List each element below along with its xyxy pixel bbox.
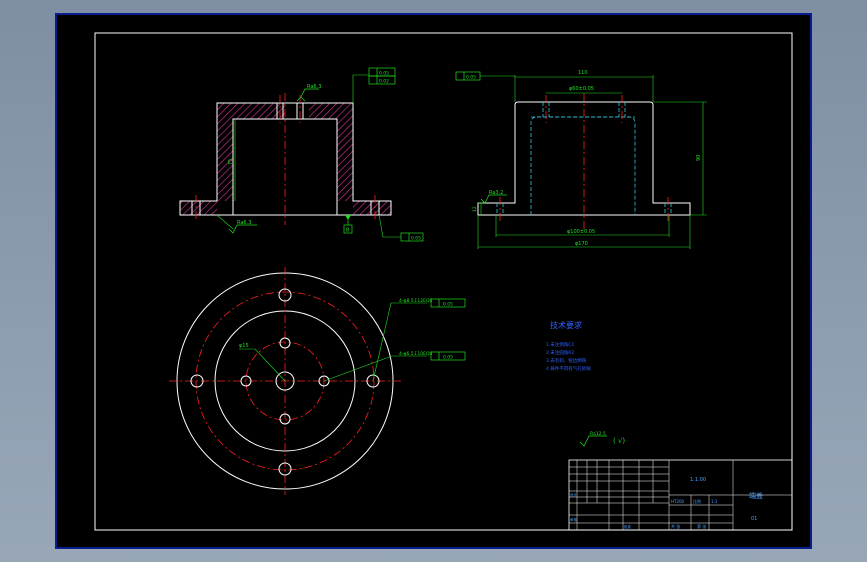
- tb-material: HT200: [671, 499, 685, 504]
- notes-heading: 技术要求: [550, 320, 582, 330]
- center-hole-dim: φ15: [239, 343, 249, 349]
- svg-text:Ra12.5: Ra12.5: [590, 431, 606, 437]
- tb-sheet-label: 共 张: [671, 523, 680, 529]
- svg-text:0.02: 0.02: [379, 79, 389, 85]
- svg-text:0.05: 0.05: [379, 71, 389, 77]
- section-hatch-right: [309, 103, 353, 201]
- tb-scale-value: 1:1: [711, 499, 718, 504]
- side-outer-dim: φ170: [575, 241, 588, 247]
- side-tol-frame: 0.05: [455, 71, 515, 81]
- tb-approver: 批准: [624, 524, 632, 529]
- side-top-width: 110: [578, 70, 588, 76]
- svg-text:0.05: 0.05: [466, 75, 476, 81]
- svg-text:0.05: 0.05: [443, 355, 453, 361]
- side-spigot-dim: φ100±0.05: [567, 229, 595, 235]
- front-section-view[interactable]: 75 Ra6.3 Ra6.3 0.05 0.02 B 0.05: [179, 67, 424, 242]
- cad-drawing: 75 Ra6.3 Ra6.3 0.05 0.02 B 0.05 110 φ60±…: [94, 32, 793, 531]
- svg-text:B: B: [346, 228, 350, 234]
- tol-frame-bottom: 0.05: [378, 214, 424, 242]
- plan-view[interactable]: φ15 4-φ8.5↧12EQS 0.05 4-φ6.5↧10EQS 0.05: [169, 267, 466, 495]
- svg-text:( √): ( √): [613, 437, 625, 445]
- callout-2: 4-φ6.5↧10EQS: [399, 351, 432, 357]
- svg-text:0.05: 0.05: [411, 236, 421, 242]
- tol-frame-top: 0.05 0.02: [352, 67, 396, 103]
- callout-1-frame: 0.05: [430, 298, 466, 308]
- title-block[interactable]: 1:1.00 端盖 HT200 01 比例 1:1 共 张 第 张 设计 审核 …: [568, 459, 793, 531]
- callout-1: 4-φ8.5↧12EQS: [399, 298, 432, 304]
- general-roughness: Ra12.5 ( √): [579, 431, 625, 447]
- tb-ratio: 1:1.00: [690, 477, 706, 483]
- drawing-viewport[interactable]: 75 Ra6.3 Ra6.3 0.05 0.02 B 0.05 110 φ60±…: [55, 13, 812, 549]
- tb-sheet-value: 第 张: [697, 523, 706, 529]
- tb-part-name: 端盖: [749, 491, 763, 500]
- note-line-3: 3.去毛刺，锐边倒钝: [546, 357, 587, 364]
- section-outline: [179, 102, 392, 216]
- section-hatch-left: [217, 103, 285, 201]
- flange-hatch-left: [180, 201, 217, 215]
- note-line-4: 4.铸件不得有气孔砂眼: [546, 365, 591, 372]
- tech-notes: 技术要求 1.未注倒角C1 2.未注圆角R2 3.去毛刺，锐边倒钝 4.铸件不得…: [546, 320, 591, 372]
- tb-checker: 审核: [570, 517, 578, 522]
- tb-designer: 设计: [570, 492, 578, 497]
- drawing-border: [94, 32, 793, 531]
- callout-2-frame: 0.05: [430, 351, 466, 361]
- datum-b: B: [343, 215, 353, 234]
- front-roughness-top: Ra6.3: [307, 84, 321, 90]
- side-bore-dim: φ60±0.05: [569, 86, 594, 92]
- note-line-2: 2.未注圆角R2: [546, 349, 574, 356]
- side-view[interactable]: 110 φ60±0.05 90 12 φ100±0.05 φ170 Ra3.2 …: [455, 70, 707, 249]
- tb-scale-label: 比例: [693, 498, 701, 504]
- tb-drawing-no: 01: [751, 516, 757, 522]
- note-line-1: 1.未注倒角C1: [546, 341, 574, 348]
- front-height-label: 75: [228, 159, 234, 165]
- flange-hatch-right: [353, 201, 391, 215]
- svg-text:0.05: 0.05: [443, 302, 453, 308]
- front-roughness-bottom: Ra6.3: [237, 220, 251, 226]
- side-height: 90: [696, 155, 702, 161]
- side-flange-thk: 12: [472, 206, 478, 212]
- side-roughness: Ra3.2: [489, 190, 503, 196]
